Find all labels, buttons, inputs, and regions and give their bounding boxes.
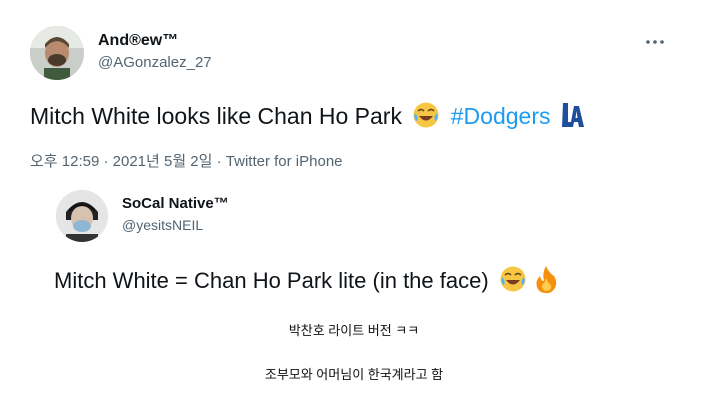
quoted-user-handle[interactable]: @yesitsNEIL xyxy=(122,217,203,233)
caption-line-2: 조부모와 어머님이 한국계라고 함 xyxy=(264,367,444,382)
la-logo-icon xyxy=(559,100,585,136)
avatar[interactable] xyxy=(30,26,84,80)
more-options-button[interactable] xyxy=(646,30,664,48)
quoted-avatar-photo-icon xyxy=(56,190,108,242)
quoted-avatar[interactable] xyxy=(56,190,108,242)
tweet-timestamp[interactable]: 오후 12:59 · 2021년 5월 2일 xyxy=(30,153,212,170)
tweet-source[interactable]: Twitter for iPhone xyxy=(226,153,343,170)
laughing-tears-emoji-icon xyxy=(412,101,440,135)
avatar-photo-icon xyxy=(30,26,84,80)
tweet-meta: 오후 12:59 · 2021년 5월 2일 · Twitter for iPh… xyxy=(30,150,343,171)
quoted-display-name[interactable]: SoCal Native™ xyxy=(122,195,229,212)
laughing-tears-emoji-icon xyxy=(499,265,527,299)
display-name[interactable]: And®ew™ xyxy=(98,32,178,50)
quoted-text-main: Mitch White = Chan Ho Park lite (in the … xyxy=(54,267,489,293)
quoted-tweet-text: Mitch White = Chan Ho Park lite (in the … xyxy=(54,264,559,300)
user-handle[interactable]: @AGonzalez_27 xyxy=(98,54,212,71)
meta-separator: · xyxy=(216,153,226,170)
caption-line-1: 박찬호 라이트 버전 ㅋㅋ xyxy=(288,323,420,338)
hashtag-link[interactable]: #Dodgers xyxy=(451,103,551,129)
tweet-text-main: Mitch White looks like Chan Ho Park xyxy=(30,103,402,130)
tweet-text: Mitch White looks like Chan Ho Park #Dod… xyxy=(30,100,585,136)
fire-emoji-icon xyxy=(533,264,559,300)
more-horizontal-icon xyxy=(646,29,664,49)
